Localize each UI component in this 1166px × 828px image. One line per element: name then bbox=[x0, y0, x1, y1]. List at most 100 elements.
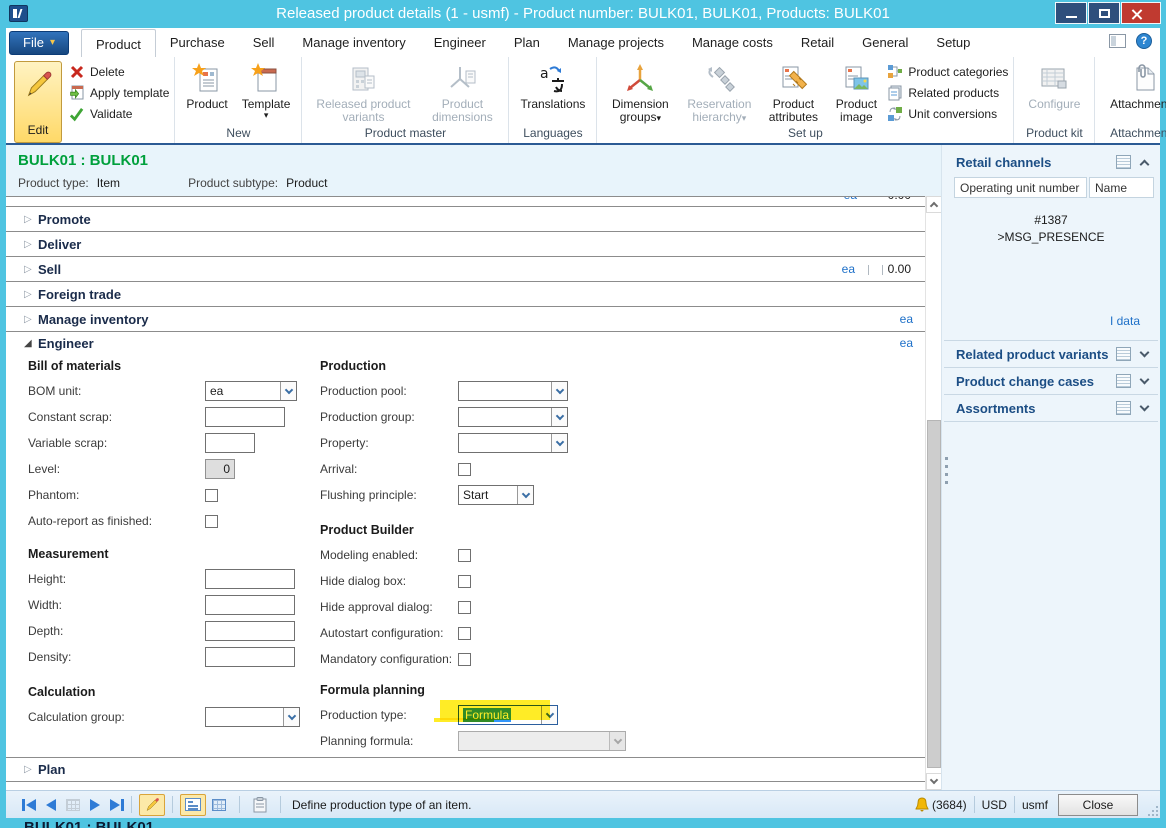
factbox-related-product-variants-header[interactable]: Related product variants bbox=[942, 341, 1160, 367]
resize-grip[interactable] bbox=[1146, 804, 1158, 816]
dropdown-icon[interactable] bbox=[551, 434, 567, 452]
company-indicator[interactable]: usmf bbox=[1022, 798, 1048, 812]
clipboard-button[interactable] bbox=[247, 794, 273, 816]
flushing-principle-combobox[interactable]: Start bbox=[458, 485, 534, 505]
section-foreign-trade[interactable]: ▷ Foreign trade bbox=[6, 282, 925, 307]
close-button[interactable]: Close bbox=[1058, 794, 1138, 816]
tab-manage-inventory[interactable]: Manage inventory bbox=[288, 28, 419, 57]
window-layout-icon[interactable] bbox=[1109, 34, 1126, 48]
production-pool-combobox[interactable] bbox=[458, 381, 568, 401]
arrival-checkbox[interactable] bbox=[458, 463, 471, 476]
notification-count[interactable]: (3684) bbox=[932, 798, 967, 812]
dropdown-icon[interactable] bbox=[551, 408, 567, 426]
dropdown-icon[interactable] bbox=[551, 382, 567, 400]
constant-scrap-input[interactable] bbox=[205, 407, 285, 427]
vertical-scrollbar[interactable] bbox=[925, 196, 941, 790]
new-product-button[interactable]: Product bbox=[180, 60, 233, 111]
dimension-groups-caret-icon: ▾ bbox=[656, 113, 661, 123]
nav-last-button[interactable] bbox=[110, 799, 124, 811]
dropdown-icon[interactable] bbox=[517, 486, 533, 504]
section-sell[interactable]: ▷ Sell ea 0.00 bbox=[6, 257, 925, 282]
tab-general[interactable]: General bbox=[848, 28, 922, 57]
retail-channels-data-link[interactable]: I data bbox=[942, 314, 1160, 328]
product-categories-button[interactable]: Product categories bbox=[886, 63, 1008, 81]
edit-button[interactable]: Edit bbox=[14, 61, 62, 143]
attachments-button[interactable]: Attachments bbox=[1100, 60, 1166, 111]
nav-next-button[interactable] bbox=[90, 799, 100, 811]
file-menu-button[interactable]: File ▾ bbox=[9, 31, 69, 55]
edit-mode-button[interactable] bbox=[139, 794, 165, 816]
related-products-button[interactable]: Related products bbox=[886, 84, 1008, 102]
nav-first-button[interactable] bbox=[22, 799, 36, 811]
unit-conversions-button[interactable]: Unit conversions bbox=[886, 105, 1008, 123]
autostart-configuration-checkbox[interactable] bbox=[458, 627, 471, 640]
product-image-button[interactable]: Product image bbox=[828, 60, 884, 124]
help-icon[interactable]: ? bbox=[1136, 33, 1152, 49]
scroll-down-button[interactable] bbox=[926, 773, 942, 790]
manage-inventory-unit[interactable]: ea bbox=[900, 312, 913, 326]
nav-previous-button[interactable] bbox=[46, 799, 56, 811]
tab-retail[interactable]: Retail bbox=[787, 28, 848, 57]
translations-button[interactable]: a Translations bbox=[514, 60, 591, 111]
nav-grid-icon[interactable] bbox=[66, 799, 80, 811]
validate-button[interactable]: Validate bbox=[68, 105, 169, 123]
delete-button[interactable]: Delete bbox=[68, 63, 169, 81]
notifications-bell-icon[interactable] bbox=[914, 797, 930, 813]
auto-report-checkbox[interactable] bbox=[205, 515, 218, 528]
tab-manage-projects[interactable]: Manage projects bbox=[554, 28, 678, 57]
field-flushing-principle: Flushing principle: Start bbox=[320, 482, 650, 508]
property-combobox[interactable] bbox=[458, 433, 568, 453]
section-deliver[interactable]: ▷ Deliver bbox=[6, 232, 925, 257]
bom-unit-combobox[interactable]: ea bbox=[205, 381, 297, 401]
product-attributes-button[interactable]: Product attributes bbox=[760, 60, 826, 124]
height-input[interactable] bbox=[205, 569, 295, 589]
new-template-button[interactable]: Template ▾ bbox=[236, 60, 297, 119]
tab-sell[interactable]: Sell bbox=[239, 28, 289, 57]
section-manage-costs[interactable]: ▷ Manage costs 0.00 bbox=[6, 783, 925, 790]
dropdown-icon[interactable] bbox=[541, 706, 557, 724]
factbox-retail-channels-header[interactable]: Retail channels bbox=[942, 149, 1160, 175]
section-promote[interactable]: ▷ Promote bbox=[6, 207, 925, 232]
pane-splitter-handle[interactable] bbox=[945, 457, 948, 484]
column-operating-unit-number[interactable]: Operating unit number bbox=[954, 177, 1087, 198]
collapse-icon: ▷ bbox=[24, 289, 38, 300]
calculation-group-combobox[interactable] bbox=[205, 707, 300, 727]
section-plan[interactable]: ▷ Plan bbox=[6, 757, 925, 782]
section-manage-inventory[interactable]: ▷ Manage inventory ea bbox=[6, 307, 925, 332]
phantom-checkbox[interactable] bbox=[205, 489, 218, 502]
dropdown-icon[interactable] bbox=[283, 708, 299, 726]
factbox-assortments-header[interactable]: Assortments bbox=[942, 395, 1160, 421]
modeling-enabled-checkbox[interactable] bbox=[458, 549, 471, 562]
dimension-groups-button[interactable]: Dimension groups▾ bbox=[602, 60, 678, 124]
dropdown-icon[interactable] bbox=[280, 382, 296, 400]
scroll-up-button[interactable] bbox=[926, 196, 942, 213]
column-name[interactable]: Name bbox=[1089, 177, 1154, 198]
density-input[interactable] bbox=[205, 647, 295, 667]
maximize-button[interactable] bbox=[1088, 2, 1120, 24]
currency-indicator[interactable]: USD bbox=[982, 798, 1007, 812]
tab-purchase[interactable]: Purchase bbox=[156, 28, 239, 57]
tab-manage-costs[interactable]: Manage costs bbox=[678, 28, 787, 57]
apply-template-button[interactable]: Apply template bbox=[68, 84, 169, 102]
sell-unit[interactable]: ea bbox=[842, 262, 855, 276]
variable-scrap-input[interactable] bbox=[205, 433, 255, 453]
minimize-button[interactable] bbox=[1055, 2, 1087, 24]
hide-approval-checkbox[interactable] bbox=[458, 601, 471, 614]
tab-engineer[interactable]: Engineer bbox=[420, 28, 500, 57]
section-engineer[interactable]: ◢ Engineer ea bbox=[6, 332, 925, 354]
engineer-unit[interactable]: ea bbox=[900, 336, 913, 350]
scrollbar-thumb[interactable] bbox=[927, 420, 941, 768]
production-type-combobox[interactable]: Formula bbox=[458, 705, 558, 725]
close-window-button[interactable] bbox=[1121, 2, 1161, 24]
tab-plan[interactable]: Plan bbox=[500, 28, 554, 57]
hide-dialog-checkbox[interactable] bbox=[458, 575, 471, 588]
tab-product[interactable]: Product bbox=[81, 29, 156, 58]
tab-setup[interactable]: Setup bbox=[922, 28, 984, 57]
factbox-product-change-cases-header[interactable]: Product change cases bbox=[942, 368, 1160, 394]
mandatory-configuration-checkbox[interactable] bbox=[458, 653, 471, 666]
depth-input[interactable] bbox=[205, 621, 295, 641]
width-input[interactable] bbox=[205, 595, 295, 615]
grid-view-button[interactable] bbox=[206, 794, 232, 816]
form-view-button[interactable] bbox=[180, 794, 206, 816]
production-group-combobox[interactable] bbox=[458, 407, 568, 427]
